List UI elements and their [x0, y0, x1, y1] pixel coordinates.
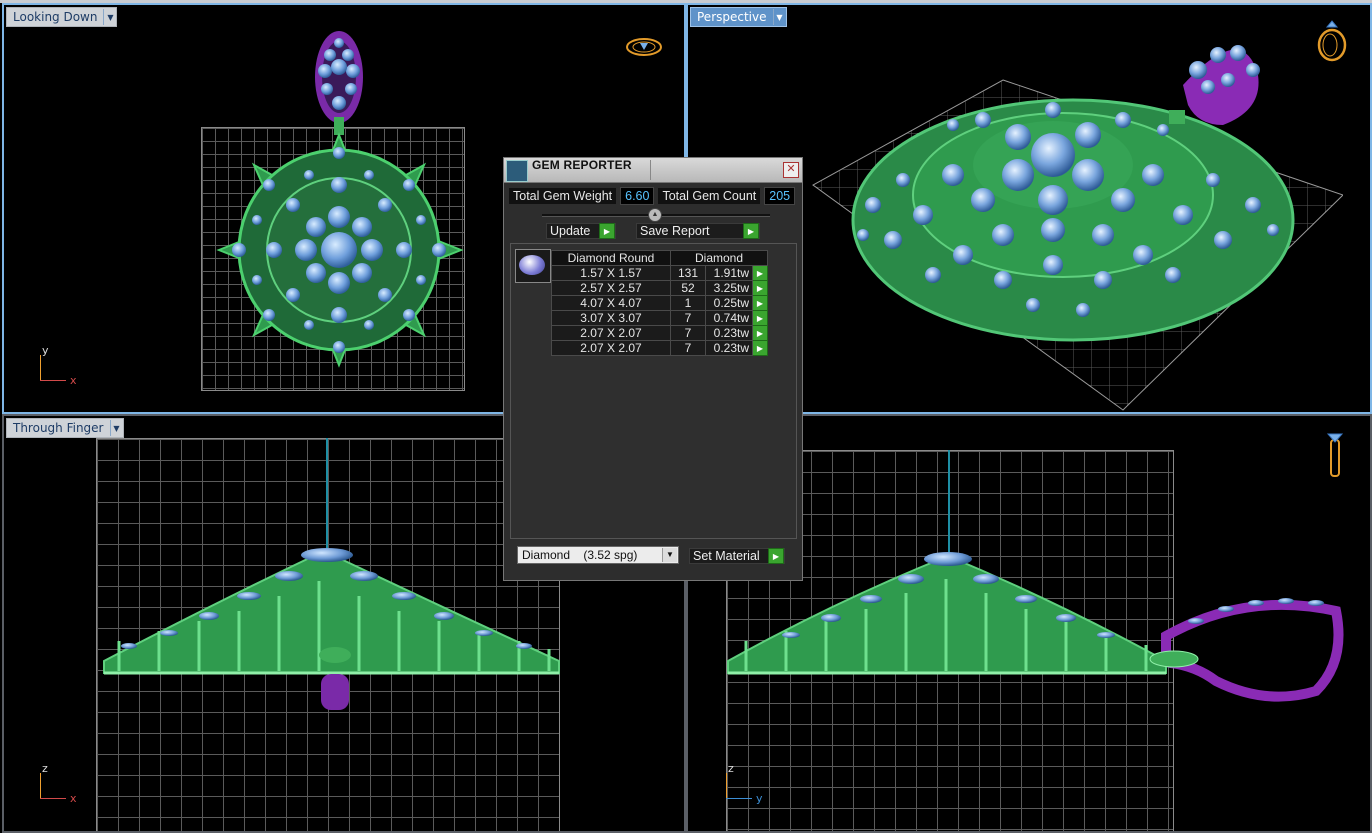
gem-size: 2.07 X 2.07	[551, 325, 671, 341]
dialog-title-bar[interactable]: GEM REPORTER ✕	[504, 158, 802, 183]
perspective-ring-icon[interactable]	[1315, 17, 1349, 63]
gem-list-panel: Diamond Round Diamond 1.57 X 1.57 131 1.…	[510, 243, 797, 539]
row-select-arrow-icon[interactable]: ▶	[752, 340, 768, 356]
play-arrow-icon: ▶	[599, 223, 615, 239]
material-select[interactable]: Diamond (3.52 spg) ▼	[517, 546, 679, 564]
gem-count: 7	[670, 310, 706, 326]
axis-indicator: z y	[726, 762, 776, 805]
gem-weight: 0.25tw	[705, 295, 753, 311]
table-row: 4.07 X 4.07 1 0.25tw ▶	[551, 295, 768, 311]
axis-label-horizontal: y	[756, 792, 763, 805]
row-select-arrow-icon[interactable]: ▶	[752, 265, 768, 281]
gem-size: 2.57 X 2.57	[551, 280, 671, 296]
pendant-perspective-view[interactable]	[803, 25, 1343, 414]
chevron-down-icon[interactable]: ▼	[109, 420, 123, 436]
row-select-arrow-icon[interactable]: ▶	[752, 310, 768, 326]
table-row: 2.07 X 2.07 7 0.23tw ▶	[551, 340, 768, 356]
gem-totals-row: Total Gem Weight 6.60 Total Gem Count 20…	[509, 187, 799, 205]
gem-reporter-dialog: GEM REPORTER ✕ Total Gem Weight 6.60 Tot…	[503, 157, 803, 581]
total-gem-count-value: 205	[764, 187, 796, 205]
gem-shape-header: Diamond Round	[551, 250, 671, 266]
gem-size: 2.07 X 2.07	[551, 340, 671, 356]
gem-count: 7	[670, 325, 706, 341]
collapse-handle-icon[interactable]: ▲	[648, 208, 662, 222]
gem-weight: 0.74tw	[705, 310, 753, 326]
dialog-title: GEM REPORTER	[532, 158, 632, 172]
viewport-label: Perspective	[697, 10, 767, 24]
total-gem-count-label: Total Gem Count	[658, 188, 761, 204]
close-icon[interactable]: ✕	[783, 162, 799, 178]
update-button[interactable]: Update ▶	[546, 223, 616, 239]
pendant-top-view[interactable]	[199, 25, 469, 385]
viewport-view-selector[interactable]: Through Finger ▼	[6, 418, 124, 438]
viewport-label: Through Finger	[13, 421, 104, 435]
gem-size: 1.57 X 1.57	[551, 265, 671, 281]
axis-label-vertical: z	[42, 762, 48, 775]
gem-table: Diamond Round Diamond 1.57 X 1.57 131 1.…	[551, 250, 768, 356]
gem-weight: 1.91tw	[705, 265, 753, 281]
table-row: 3.07 X 3.07 7 0.74tw ▶	[551, 310, 768, 326]
gem-material-header: Diamond	[670, 250, 768, 266]
total-gem-weight-value: 6.60	[620, 187, 655, 205]
axis-label-vertical: z	[728, 762, 734, 775]
chevron-down-icon[interactable]: ▼	[662, 548, 677, 562]
front-view-ring-icon[interactable]	[1322, 428, 1348, 480]
update-button-label: Update	[550, 224, 591, 238]
row-select-arrow-icon[interactable]: ▶	[752, 280, 768, 296]
axis-indicator: z x	[40, 762, 84, 805]
axis-label-vertical: y	[42, 344, 49, 357]
axis-indicator: y x	[40, 344, 80, 387]
play-arrow-icon: ▶	[768, 548, 784, 564]
viewport-view-selector[interactable]: Perspective ▼	[690, 7, 787, 27]
gem-count: 131	[670, 265, 706, 281]
viewport-view-selector[interactable]: Looking Down ▼	[6, 7, 118, 27]
save-report-button[interactable]: Save Report ▶	[636, 223, 760, 239]
cad-workspace: Looking Down ▼ y x Perspective ▼ Through…	[0, 0, 1372, 833]
gem-count: 52	[670, 280, 706, 296]
save-report-button-label: Save Report	[640, 224, 710, 238]
chevron-down-icon[interactable]: ▼	[103, 9, 116, 25]
gem-reporter-app-icon	[506, 160, 528, 182]
chevron-down-icon[interactable]: ▼	[772, 9, 786, 25]
row-select-arrow-icon[interactable]: ▶	[752, 325, 768, 341]
viewport-label: Looking Down	[13, 10, 98, 24]
gem-size: 3.07 X 3.07	[551, 310, 671, 326]
total-gem-weight-label: Total Gem Weight	[509, 188, 617, 204]
table-row: 2.07 X 2.07 7 0.23tw ▶	[551, 325, 768, 341]
gem-count: 1	[670, 295, 706, 311]
table-row: 2.57 X 2.57 52 3.25tw ▶	[551, 280, 768, 296]
pendant-front-view[interactable]	[99, 541, 564, 716]
title-divider	[650, 160, 651, 180]
table-row: 1.57 X 1.57 131 1.91tw ▶	[551, 265, 768, 281]
gem-size: 4.07 X 4.07	[551, 295, 671, 311]
gem-weight: 0.23tw	[705, 340, 753, 356]
set-material-button[interactable]: Set Material ▶	[689, 548, 785, 564]
gem-weight: 0.23tw	[705, 325, 753, 341]
axis-label-horizontal: x	[70, 374, 77, 387]
gem-count: 7	[670, 340, 706, 356]
row-select-arrow-icon[interactable]: ▶	[752, 295, 768, 311]
set-material-button-label: Set Material	[693, 549, 760, 563]
axis-label-horizontal: x	[70, 792, 77, 805]
pendant-side-view[interactable]	[726, 541, 1351, 716]
top-view-ring-icon[interactable]	[624, 35, 664, 59]
gem-thumbnail-icon	[515, 249, 551, 283]
material-select-value: Diamond (3.52 spg)	[522, 548, 638, 562]
play-arrow-icon: ▶	[743, 223, 759, 239]
gem-weight: 3.25tw	[705, 280, 753, 296]
